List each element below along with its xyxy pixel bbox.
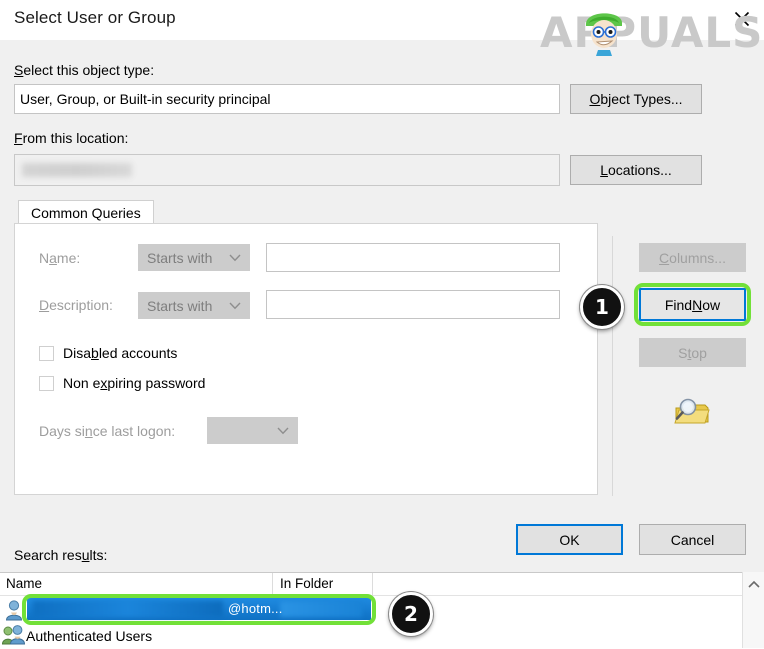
non-expiring-password-label: Non expiring password — [63, 375, 206, 391]
common-queries-panel: Name: Starts with Description: Starts wi… — [14, 223, 598, 495]
checkbox-box — [39, 345, 54, 361]
user-icon — [5, 600, 23, 621]
close-icon[interactable] — [726, 4, 758, 34]
locations-button[interactable]: Locations... — [570, 155, 702, 185]
tab-common-queries[interactable]: Common Queries — [18, 200, 154, 224]
query-description-operator-value: Starts with — [147, 297, 213, 314]
column-header-name[interactable]: Name — [6, 576, 42, 591]
cancel-button[interactable]: Cancel — [639, 524, 746, 555]
query-name-operator-select[interactable]: Starts with — [138, 244, 250, 271]
selected-row-name-redacted — [33, 601, 223, 617]
results-scrollbar[interactable] — [742, 572, 764, 648]
days-since-logon-label: Days since last logon: — [39, 423, 176, 439]
panel-divider — [612, 236, 613, 496]
folder-search-icon — [674, 398, 710, 424]
chevron-down-icon — [229, 254, 241, 262]
disabled-accounts-label: Disabled accounts — [63, 345, 178, 361]
object-type-label: Select this object type: — [14, 62, 155, 78]
selected-row-visible-text: @hotm... — [228, 601, 283, 616]
find-now-button[interactable]: Find Now — [639, 288, 746, 321]
select-user-or-group-dialog: Select User or Group APPUALS wsxdn.com S… — [0, 0, 764, 648]
query-name-label: Name: — [39, 250, 81, 266]
result-row-name: Authenticated Users — [26, 628, 153, 644]
query-description-operator-select[interactable]: Starts with — [138, 292, 250, 319]
chevron-down-icon — [277, 427, 289, 435]
query-name-input[interactable] — [266, 243, 560, 272]
stop-button[interactable]: St op — [639, 338, 746, 367]
location-label: From this location: — [14, 130, 129, 146]
column-header-in-folder[interactable]: In Folder — [280, 576, 333, 591]
query-name-operator-value: Starts with — [147, 249, 213, 266]
selected-row-folder-redacted — [280, 601, 362, 617]
title-bar: Select User or Group — [0, 0, 764, 40]
column-divider[interactable] — [272, 573, 273, 595]
page-title: Select User or Group — [14, 8, 176, 27]
tab-strip: Common Queries — [14, 200, 598, 224]
column-divider[interactable] — [372, 573, 373, 595]
tab-common-queries-label: Common Queries — [31, 204, 141, 221]
location-redacted-value — [22, 163, 132, 177]
search-results-label: Search results: — [14, 547, 108, 563]
results-column-header: Name In Folder — [0, 573, 764, 596]
ok-button[interactable]: OK — [516, 524, 623, 555]
table-row[interactable]: Authenticated Users — [0, 623, 742, 649]
object-type-input[interactable]: User, Group, or Built-in security princi… — [14, 84, 560, 114]
group-icon — [2, 625, 26, 645]
columns-button[interactable]: Columns... — [639, 243, 746, 272]
days-since-logon-select[interactable] — [207, 417, 298, 444]
checkbox-box — [39, 375, 54, 391]
disabled-accounts-checkbox[interactable]: Disabled accounts — [39, 345, 177, 361]
chevron-up-icon[interactable] — [743, 574, 764, 594]
object-types-button[interactable]: Object Types... — [570, 84, 702, 114]
location-input[interactable] — [14, 154, 560, 186]
object-type-value: User, Group, or Built-in security princi… — [20, 91, 271, 107]
query-description-input[interactable] — [266, 290, 560, 319]
chevron-down-icon — [229, 302, 241, 310]
non-expiring-password-checkbox[interactable]: Non expiring password — [39, 375, 205, 391]
query-description-label: Description: — [39, 297, 113, 313]
